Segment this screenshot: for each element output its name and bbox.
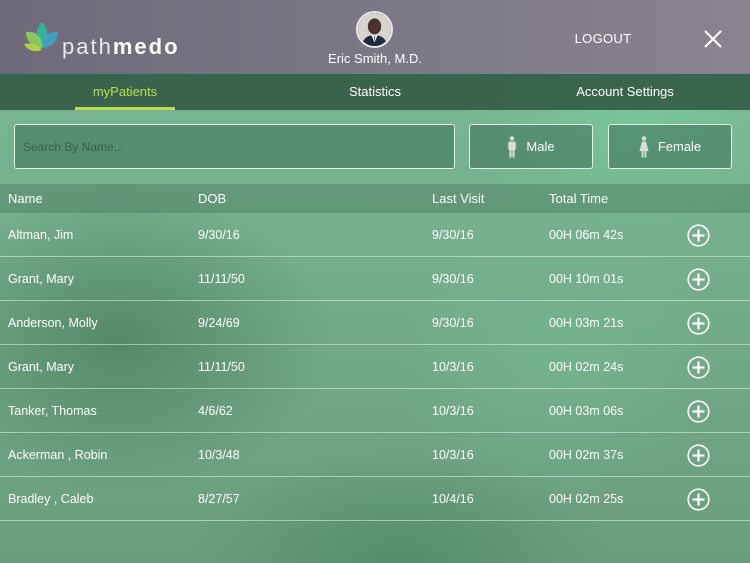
table-row[interactable]: Ackerman , Robin 10/3/48 10/3/16 00H 02m…	[0, 433, 750, 477]
female-filter-label: Female	[657, 139, 702, 154]
close-icon[interactable]	[700, 26, 726, 52]
patient-total-time: 00H 02m 37s	[549, 448, 624, 462]
table-row[interactable]: Altman, Jim 9/30/16 9/30/16 00H 06m 42s	[0, 213, 750, 257]
patient-name: Tanker, Thomas	[8, 404, 97, 418]
patient-last-visit: 9/30/16	[432, 272, 474, 286]
lotus-logo-icon	[24, 22, 58, 52]
patient-last-visit: 10/4/16	[432, 492, 474, 506]
logout-button[interactable]: LOGOUT	[568, 31, 638, 46]
patient-last-visit: 9/30/16	[432, 316, 474, 330]
column-header-dob[interactable]: DOB	[198, 191, 226, 206]
patient-dob: 4/6/62	[198, 404, 233, 418]
patient-name: Ackerman , Robin	[8, 448, 108, 462]
table-row[interactable]: Grant, Mary 11/11/50 10/3/16 00H 02m 24s	[0, 345, 750, 389]
male-filter-button[interactable]: Male	[469, 124, 593, 169]
patient-name: Anderson, Molly	[8, 316, 98, 330]
add-circle-icon[interactable]	[687, 400, 710, 423]
patient-total-time: 00H 03m 21s	[549, 316, 624, 330]
patient-total-time: 00H 02m 24s	[549, 360, 624, 374]
search-box	[14, 124, 455, 169]
search-input[interactable]	[15, 125, 454, 168]
table-row[interactable]: Bradley , Caleb 8/27/57 10/4/16 00H 02m …	[0, 477, 750, 521]
add-circle-icon[interactable]	[687, 488, 710, 511]
patient-last-visit: 10/3/16	[432, 448, 474, 462]
patient-dob: 11/11/50	[198, 272, 245, 286]
patient-total-time: 00H 06m 42s	[549, 228, 624, 242]
brand-name: pathmedo	[62, 34, 180, 59]
patient-name: Grant, Mary	[8, 360, 74, 374]
tab-mypatients[interactable]: myPatients	[75, 74, 175, 110]
patient-dob: 10/3/48	[198, 448, 240, 462]
tab-bar: myPatients Statistics Account Settings	[0, 74, 750, 110]
column-header-name[interactable]: Name	[8, 191, 43, 206]
app-header: pathmedo Eric Smith, M.D. LOGOUT	[0, 0, 750, 74]
add-circle-icon[interactable]	[687, 444, 710, 467]
patient-name: Bradley , Caleb	[8, 492, 94, 506]
patient-dob: 9/30/16	[198, 228, 240, 242]
patient-dob: 11/11/50	[198, 360, 245, 374]
add-circle-icon[interactable]	[687, 312, 710, 335]
patient-total-time: 00H 02m 25s	[549, 492, 624, 506]
patient-name: Altman, Jim	[8, 228, 74, 242]
tab-account-settings[interactable]: Account Settings	[560, 74, 690, 110]
female-icon	[639, 135, 649, 157]
patient-dob: 9/24/69	[198, 316, 240, 330]
patient-last-visit: 9/30/16	[432, 228, 474, 242]
patient-last-visit: 10/3/16	[432, 404, 474, 418]
avatar[interactable]	[356, 11, 393, 48]
add-circle-icon[interactable]	[687, 268, 710, 291]
patient-name: Grant, Mary	[8, 272, 74, 286]
patient-total-time: 00H 03m 06s	[549, 404, 624, 418]
male-filter-label: Male	[526, 139, 555, 154]
add-circle-icon[interactable]	[687, 356, 710, 379]
tab-statistics[interactable]: Statistics	[325, 74, 425, 110]
patient-total-time: 00H 10m 01s	[549, 272, 624, 286]
patient-dob: 8/27/57	[198, 492, 240, 506]
patient-last-visit: 10/3/16	[432, 360, 474, 374]
doctor-name: Eric Smith, M.D.	[328, 51, 422, 66]
table-row[interactable]: Tanker, Thomas 4/6/62 10/3/16 00H 03m 06…	[0, 389, 750, 433]
add-circle-icon[interactable]	[687, 224, 710, 247]
male-icon	[508, 135, 517, 157]
table-header	[0, 184, 750, 213]
table-row[interactable]: Grant, Mary 11/11/50 9/30/16 00H 10m 01s	[0, 257, 750, 301]
column-header-total-time[interactable]: Total Time	[549, 191, 608, 206]
column-header-last-visit[interactable]: Last Visit	[432, 191, 485, 206]
table-row[interactable]: Anderson, Molly 9/24/69 9/30/16 00H 03m …	[0, 301, 750, 345]
female-filter-button[interactable]: Female	[608, 124, 732, 169]
